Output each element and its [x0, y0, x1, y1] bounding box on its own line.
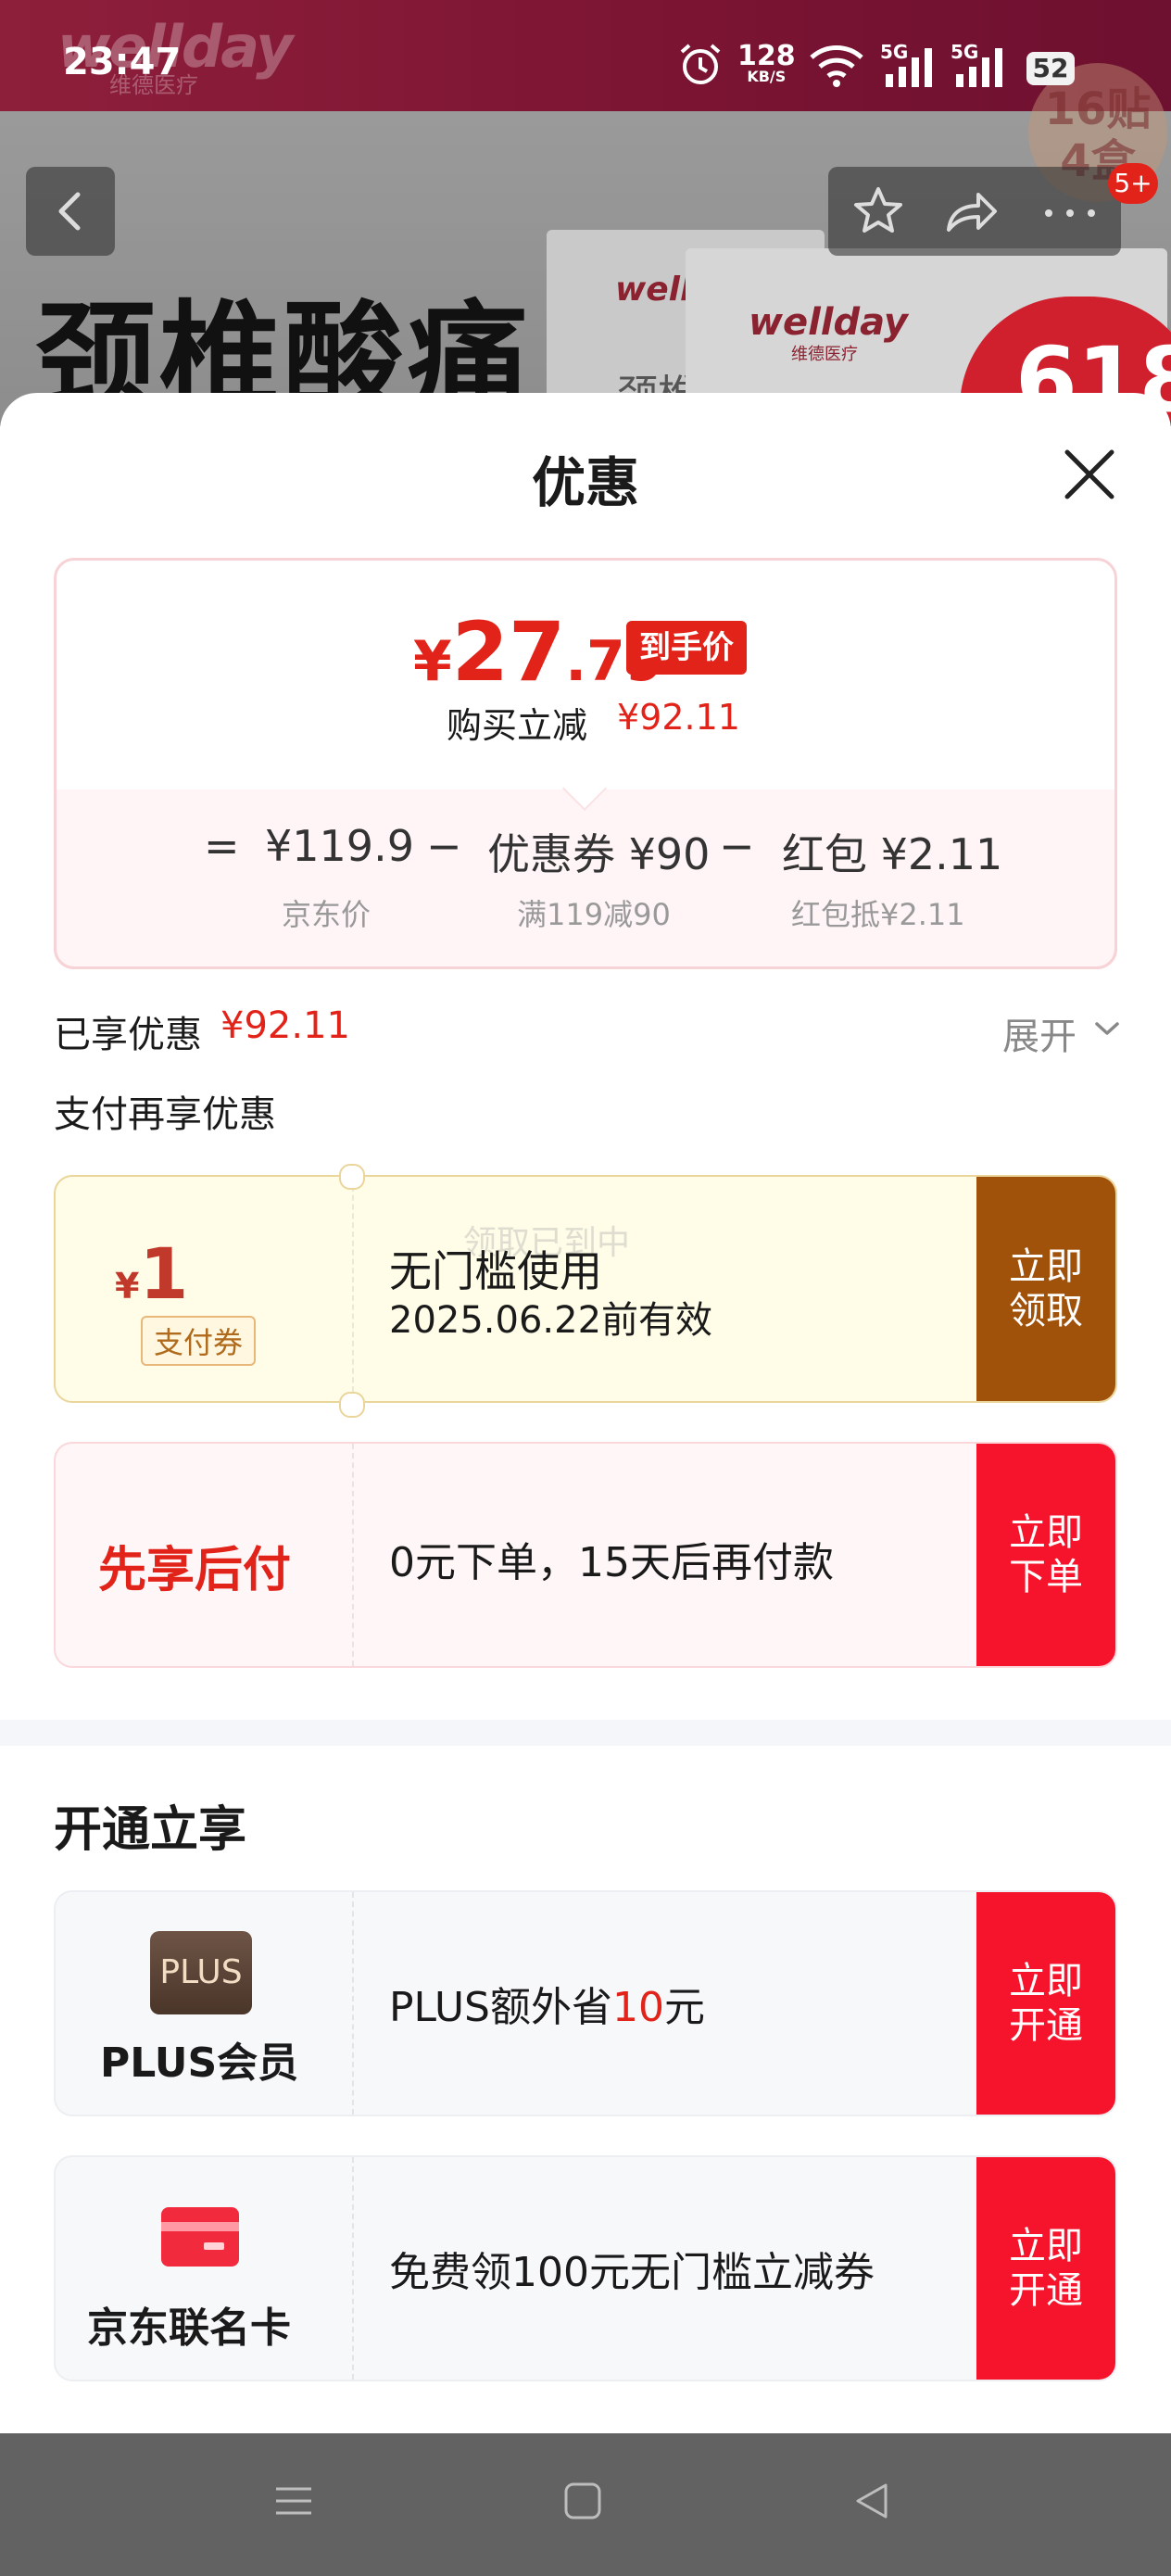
final-price-integer: 27 — [451, 604, 566, 700]
signal-icon — [886, 48, 932, 87]
star-icon[interactable] — [847, 180, 910, 243]
coupon-divider — [352, 1177, 354, 1401]
wifi-icon — [810, 45, 863, 87]
open-jdcard-button[interactable]: 立即 开通 — [976, 2157, 1115, 2380]
calc-jd-price: ¥119.9 — [265, 821, 414, 871]
sheet-title: 优惠 — [531, 451, 639, 514]
home-icon[interactable] — [560, 2478, 606, 2524]
top-action-bar — [828, 167, 1121, 256]
jdcard-label: 京东联名卡 — [87, 2305, 291, 2352]
coupon-amount: ¥1 — [115, 1232, 188, 1315]
coupon-type-tag: 支付券 — [141, 1316, 257, 1366]
alarm-icon — [680, 44, 721, 84]
calc-coupon-label: 满119减90 — [517, 897, 671, 932]
plus-benefit-text: PLUS额外省10元 — [389, 1974, 705, 2033]
coupon-currency: ¥ — [115, 1266, 140, 1307]
plus-text-after: 元 — [664, 1984, 705, 2031]
sticker-line-1: 16贴 — [1044, 83, 1152, 135]
pay-later-label: 先享后付 — [98, 1543, 292, 1598]
instant-discount-label: 购买立减 — [447, 705, 588, 746]
coupon-notch-top — [339, 1164, 365, 1190]
product-page-background: wellday 维德医疗 颈椎酸痛 wellday 颈椎 wellday 维德医… — [0, 0, 1171, 426]
system-nav-bar — [0, 2433, 1171, 2576]
plus-text-amount: 10 — [612, 1984, 664, 2031]
calc-minus-1: − — [426, 821, 462, 871]
claim-button-line-1: 立即 — [1009, 1245, 1083, 1288]
open-enjoy-title: 开通立享 — [54, 1802, 247, 1858]
plus-text-before: PLUS额外省 — [389, 1984, 612, 2031]
nav-back-icon[interactable] — [849, 2478, 895, 2524]
pay-later-divider — [352, 1444, 354, 1666]
order-button-line-1: 立即 — [1009, 1511, 1083, 1554]
calc-redpacket-label: 红包抵¥2.11 — [791, 897, 965, 932]
enjoyed-discount-label: 已享优惠 — [54, 1014, 202, 1056]
jdcard-divider — [352, 2157, 354, 2380]
more-icon[interactable] — [1038, 204, 1102, 222]
jdcard-button-line-1: 立即 — [1009, 2225, 1083, 2267]
instant-discount-value: ¥92.11 — [617, 697, 740, 738]
plus-logo: PLUS — [150, 1931, 252, 2014]
coupon-validity: 2025.06.22前有效 — [389, 1299, 713, 1342]
plus-button-line-2: 开通 — [1009, 2004, 1083, 2047]
back-button[interactable] — [26, 167, 115, 256]
credit-card-icon — [161, 2207, 239, 2267]
plus-label: PLUS会员 — [100, 2039, 299, 2087]
claim-coupon-button[interactable]: 立即 领取 — [976, 1177, 1115, 1401]
jdcard-benefit-text: 免费领100元无门槛立减券 — [389, 2249, 875, 2296]
order-button-line-2: 下单 — [1009, 1556, 1083, 1598]
enjoyed-discount-value: ¥92.11 — [220, 1004, 350, 1047]
coupon-value: 1 — [139, 1232, 189, 1315]
section-separator — [0, 1720, 1171, 1746]
order-now-button[interactable]: 立即 下单 — [976, 1444, 1115, 1666]
battery-indicator: 52 — [1026, 52, 1075, 85]
product-box-brand-sub: 维德医疗 — [791, 345, 858, 364]
calc-equals: = — [204, 821, 240, 871]
plus-divider — [352, 1892, 354, 2115]
final-price-currency: ¥ — [413, 629, 452, 694]
share-icon[interactable] — [939, 180, 1002, 243]
status-time: 23:47 — [63, 41, 182, 83]
net-speed: 128 KB/S — [737, 43, 796, 85]
credit-card-stripe — [161, 2222, 239, 2231]
jdcard-button-line-2: 开通 — [1009, 2269, 1083, 2312]
calc-redpacket: 红包 ¥2.11 — [782, 829, 1003, 879]
back-icon — [58, 192, 81, 231]
signal-icon — [956, 48, 1002, 87]
plus-button-line-1: 立即 — [1009, 1960, 1083, 2002]
calc-minus-2: − — [719, 821, 755, 871]
claim-button-line-2: 领取 — [1009, 1290, 1083, 1332]
coupon-notch-bottom — [339, 1392, 365, 1418]
cart-count-badge: 5+ — [1108, 163, 1158, 204]
calc-coupon: 优惠券 ¥90 — [487, 829, 711, 879]
pay-later-text: 0元下单，15天后再付款 — [389, 1539, 834, 1586]
expand-toggle[interactable]: 展开 — [1002, 1006, 1077, 1060]
close-button[interactable] — [1060, 445, 1119, 504]
product-box-brand: wellday — [749, 301, 908, 344]
pay-more-label: 支付再享优惠 — [54, 1093, 276, 1136]
credit-card-chip — [204, 2242, 224, 2250]
chevron-down-icon[interactable] — [1093, 1019, 1121, 1038]
open-plus-button[interactable]: 立即 开通 — [976, 1892, 1115, 2115]
final-price-tag: 到手价 — [626, 621, 747, 675]
calc-jd-price-label: 京东价 — [282, 897, 371, 932]
close-icon — [1064, 449, 1114, 499]
menu-icon[interactable] — [271, 2478, 317, 2524]
